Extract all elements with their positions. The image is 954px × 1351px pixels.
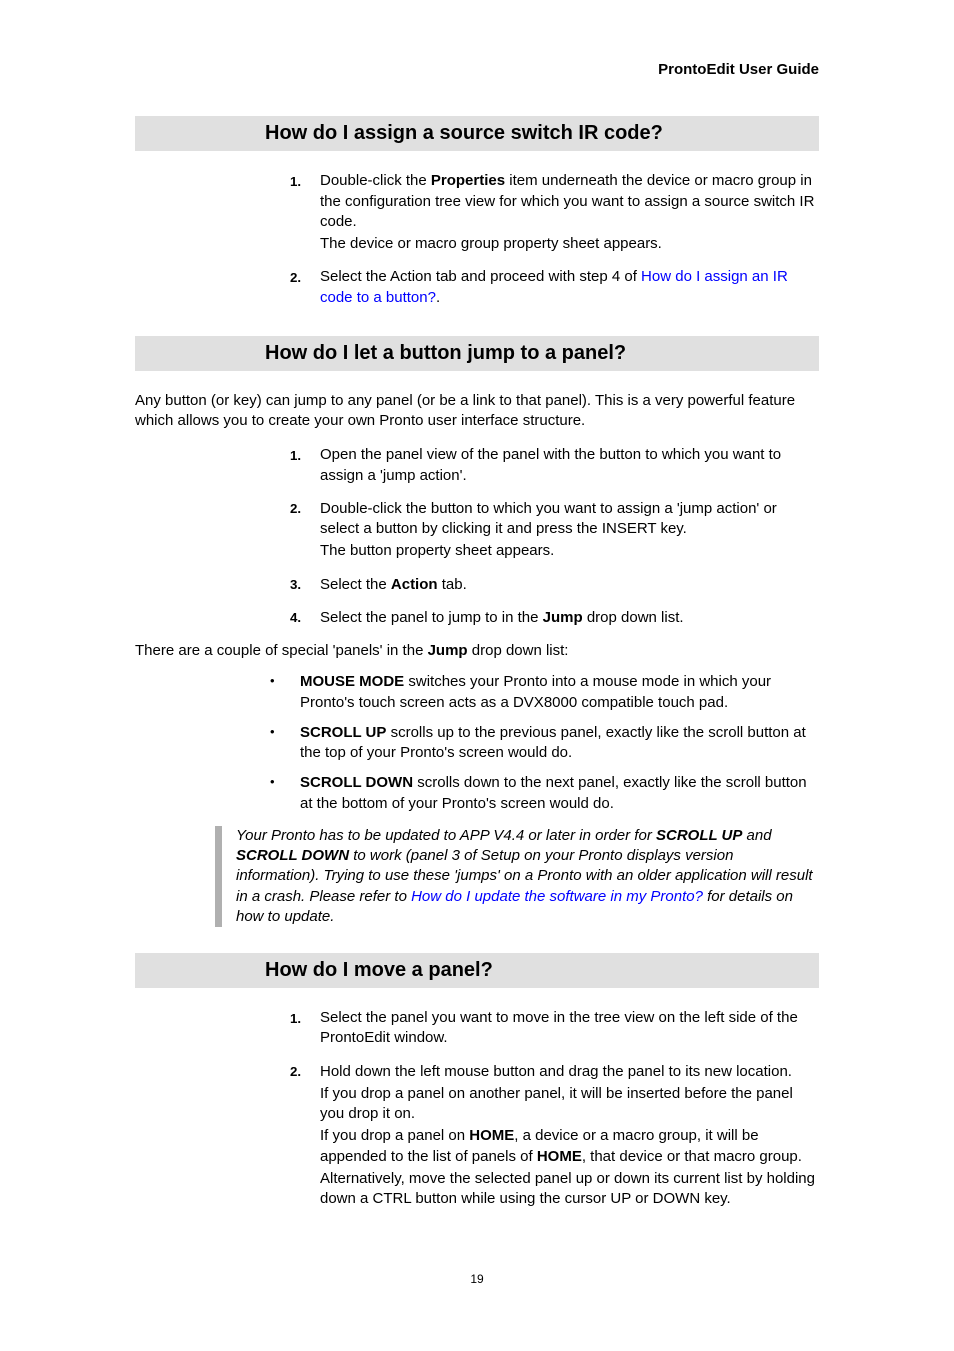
text-span: Your Pronto has to be updated to APP V4.…	[236, 827, 656, 844]
step-line: Open the panel view of the panel with th…	[320, 445, 819, 486]
bold-text: SCROLL DOWN	[236, 847, 349, 864]
step-number: 2.	[290, 499, 320, 564]
section-jump-panel: Any button (or key) can jump to any pane…	[135, 391, 819, 927]
text-span: tab.	[438, 576, 467, 593]
section-heading-jump-panel: How do I let a button jump to a panel?	[135, 336, 819, 371]
bullet-item: •SCROLL DOWN scrolls down to the next pa…	[265, 773, 819, 814]
text-span: .	[436, 289, 440, 306]
step-line: Double-click the button to which you wan…	[320, 499, 819, 540]
step-line: If you drop a panel on another panel, it…	[320, 1084, 819, 1125]
step-number: 1.	[290, 171, 320, 256]
list-item: 1.Open the panel view of the panel with …	[290, 445, 819, 488]
step-line: Double-click the Properties item underne…	[320, 171, 819, 232]
text-span: drop down list:	[468, 642, 569, 659]
jump-panel-bullets: •MOUSE MODE switches your Pronto into a …	[265, 672, 819, 814]
bullet-icon: •	[265, 672, 300, 713]
bold-text: Action	[391, 576, 438, 593]
list-item: 2.Double-click the button to which you w…	[290, 499, 819, 564]
bold-text: Jump	[428, 642, 468, 659]
list-item: 3.Select the Action tab.	[290, 575, 819, 597]
step-line: Hold down the left mouse button and drag…	[320, 1062, 819, 1082]
bullet-body: SCROLL UP scrolls up to the previous pan…	[300, 723, 819, 764]
step-number: 4.	[290, 608, 320, 630]
text-span: If you drop a panel on	[320, 1127, 469, 1144]
step-body: Select the panel to jump to in the Jump …	[320, 608, 819, 630]
step-line: Select the panel you want to move in the…	[320, 1008, 819, 1049]
text-span: drop down list.	[583, 609, 684, 626]
note-bar	[215, 826, 222, 927]
bold-text: Properties	[431, 172, 505, 189]
step-body: Select the panel you want to move in the…	[320, 1008, 819, 1051]
step-body: Open the panel view of the panel with th…	[320, 445, 819, 488]
step-line: Select the panel to jump to in the Jump …	[320, 608, 819, 628]
bold-text: HOME	[469, 1127, 514, 1144]
header-title: ProntoEdit User Guide	[658, 61, 819, 78]
step-body: Hold down the left mouse button and drag…	[320, 1062, 819, 1212]
step-line: Select the Action tab and proceed with s…	[320, 267, 819, 308]
bold-text: SCROLL DOWN	[300, 774, 413, 791]
section-heading-move-panel: How do I move a panel?	[135, 953, 819, 988]
bullet-item: •SCROLL UP scrolls up to the previous pa…	[265, 723, 819, 764]
section-heading-assign-ir: How do I assign a source switch IR code?	[135, 116, 819, 151]
assign-ir-steps: 1.Double-click the Properties item under…	[290, 171, 819, 310]
step-number: 1.	[290, 1008, 320, 1051]
list-item: 2.Hold down the left mouse button and dr…	[290, 1062, 819, 1212]
list-item: 4.Select the panel to jump to in the Jum…	[290, 608, 819, 630]
step-body: Select the Action tab.	[320, 575, 819, 597]
list-item: 2.Select the Action tab and proceed with…	[290, 267, 819, 310]
list-item: 1.Double-click the Properties item under…	[290, 171, 819, 256]
text-span: Select the panel to jump to in the	[320, 609, 543, 626]
page-number: 19	[135, 1271, 819, 1287]
text-span: Select the Action tab and proceed with s…	[320, 268, 641, 285]
note-text: Your Pronto has to be updated to APP V4.…	[236, 826, 819, 927]
bullet-icon: •	[265, 773, 300, 814]
link-text[interactable]: How do I update the software in my Pront…	[411, 888, 703, 905]
section-move-panel: 1.Select the panel you want to move in t…	[135, 1008, 819, 1211]
bullet-icon: •	[265, 723, 300, 764]
text-span: There are a couple of special 'panels' i…	[135, 642, 428, 659]
step-body: Select the Action tab and proceed with s…	[320, 267, 819, 310]
bold-text: HOME	[537, 1148, 582, 1165]
step-number: 1.	[290, 445, 320, 488]
step-number: 3.	[290, 575, 320, 597]
bullet-body: SCROLL DOWN scrolls down to the next pan…	[300, 773, 819, 814]
list-item: 1.Select the panel you want to move in t…	[290, 1008, 819, 1051]
step-body: Double-click the Properties item underne…	[320, 171, 819, 256]
text-span: Double-click the	[320, 172, 431, 189]
step-line: If you drop a panel on HOME, a device or…	[320, 1126, 819, 1167]
document-header: ProntoEdit User Guide	[135, 60, 819, 80]
step-body: Double-click the button to which you wan…	[320, 499, 819, 564]
text-span: Select the	[320, 576, 391, 593]
bullet-item: •MOUSE MODE switches your Pronto into a …	[265, 672, 819, 713]
bold-text: MOUSE MODE	[300, 673, 404, 690]
step-line: The device or macro group property sheet…	[320, 234, 819, 254]
bullet-body: MOUSE MODE switches your Pronto into a m…	[300, 672, 819, 713]
note-block: Your Pronto has to be updated to APP V4.…	[215, 826, 819, 927]
move-panel-steps: 1.Select the panel you want to move in t…	[290, 1008, 819, 1211]
step-number: 2.	[290, 267, 320, 310]
text-span: and	[742, 827, 771, 844]
step-number: 2.	[290, 1062, 320, 1212]
bold-text: Jump	[543, 609, 583, 626]
bold-text: SCROLL UP	[656, 827, 742, 844]
jump-panel-intro: Any button (or key) can jump to any pane…	[135, 391, 819, 432]
bold-text: SCROLL UP	[300, 724, 386, 741]
step-line: The button property sheet appears.	[320, 541, 819, 561]
section-assign-ir: 1.Double-click the Properties item under…	[135, 171, 819, 310]
jump-panel-mid-para: There are a couple of special 'panels' i…	[135, 641, 819, 661]
text-span: , that device or that macro group.	[582, 1148, 802, 1165]
jump-panel-steps: 1.Open the panel view of the panel with …	[290, 445, 819, 630]
step-line: Alternatively, move the selected panel u…	[320, 1169, 819, 1210]
step-line: Select the Action tab.	[320, 575, 819, 595]
